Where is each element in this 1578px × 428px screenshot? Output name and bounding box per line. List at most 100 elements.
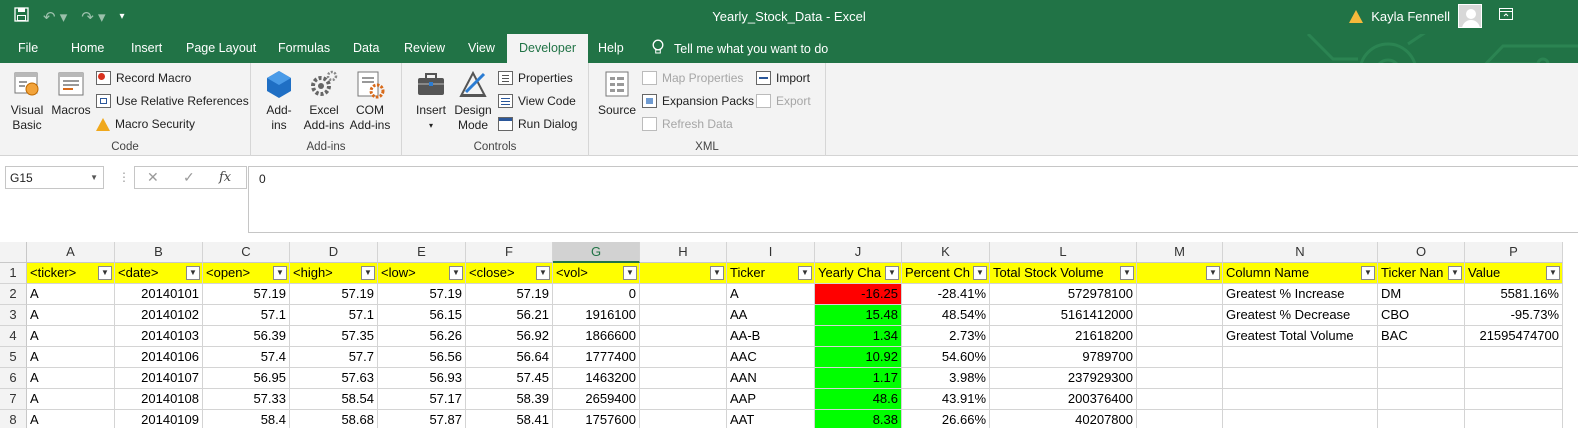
- column-header-k[interactable]: K: [902, 242, 990, 263]
- filter-dropdown-icon[interactable]: ▼: [710, 266, 724, 280]
- map-properties-button[interactable]: Map Properties: [642, 69, 743, 87]
- design-mode-button[interactable]: Design Mode: [452, 69, 494, 133]
- cell-b2[interactable]: 20140101: [115, 284, 203, 305]
- cell-m3[interactable]: [1137, 305, 1223, 326]
- cell-e4[interactable]: 56.26: [378, 326, 466, 347]
- header-cell-o[interactable]: Ticker Nan ▼: [1378, 263, 1465, 284]
- cell-c5[interactable]: 57.4: [203, 347, 290, 368]
- cell-c2[interactable]: 57.19: [203, 284, 290, 305]
- cell-n7[interactable]: [1223, 389, 1378, 410]
- cell-c3[interactable]: 57.1: [203, 305, 290, 326]
- cell-a2[interactable]: A: [27, 284, 115, 305]
- properties-button[interactable]: Properties: [498, 69, 573, 87]
- header-cell-n[interactable]: Column Name ▼: [1223, 263, 1378, 284]
- tab-developer[interactable]: Developer: [507, 34, 588, 63]
- cell-a3[interactable]: A: [27, 305, 115, 326]
- cell-j2[interactable]: -16.25: [815, 284, 902, 305]
- cell-p4[interactable]: 21595474700: [1465, 326, 1563, 347]
- cell-o2[interactable]: DM: [1378, 284, 1465, 305]
- formula-bar-resize-handle[interactable]: ⋮: [118, 170, 130, 184]
- filter-dropdown-icon[interactable]: ▼: [98, 266, 112, 280]
- name-box-dropdown-icon[interactable]: ▼: [90, 173, 98, 182]
- excel-addins-button[interactable]: Excel Add-ins: [301, 69, 347, 133]
- cell-k6[interactable]: 3.98%: [902, 368, 990, 389]
- record-macro-button[interactable]: Record Macro: [96, 69, 191, 87]
- header-cell-h[interactable]: ▼: [640, 263, 727, 284]
- cell-h2[interactable]: [640, 284, 727, 305]
- cell-i3[interactable]: AA: [727, 305, 815, 326]
- macro-security-button[interactable]: Macro Security: [96, 115, 195, 133]
- cell-k5[interactable]: 54.60%: [902, 347, 990, 368]
- header-cell-l[interactable]: Total Stock Volume ▼: [990, 263, 1137, 284]
- column-header-c[interactable]: C: [203, 242, 290, 263]
- column-header-m[interactable]: M: [1137, 242, 1223, 263]
- cell-h4[interactable]: [640, 326, 727, 347]
- header-cell-c[interactable]: <open> ▼: [203, 263, 290, 284]
- cell-f5[interactable]: 56.64: [466, 347, 553, 368]
- tell-me-box[interactable]: Tell me what you want to do: [652, 39, 828, 58]
- cell-o3[interactable]: CBO: [1378, 305, 1465, 326]
- cell-i4[interactable]: AA-B: [727, 326, 815, 347]
- cell-p5[interactable]: [1465, 347, 1563, 368]
- column-header-e[interactable]: E: [378, 242, 466, 263]
- row-header-5[interactable]: 5: [0, 347, 27, 368]
- cell-m5[interactable]: [1137, 347, 1223, 368]
- cell-l2[interactable]: 572978100: [990, 284, 1137, 305]
- header-cell-m[interactable]: ▼: [1137, 263, 1223, 284]
- filter-dropdown-icon[interactable]: ▼: [1206, 266, 1220, 280]
- filter-dropdown-icon[interactable]: ▼: [273, 266, 287, 280]
- macros-button[interactable]: Macros: [50, 69, 92, 118]
- cell-b6[interactable]: 20140107: [115, 368, 203, 389]
- filter-dropdown-icon[interactable]: ▼: [798, 266, 812, 280]
- cell-j5[interactable]: 10.92: [815, 347, 902, 368]
- cell-m4[interactable]: [1137, 326, 1223, 347]
- cell-c4[interactable]: 56.39: [203, 326, 290, 347]
- cell-i2[interactable]: A: [727, 284, 815, 305]
- cell-a5[interactable]: A: [27, 347, 115, 368]
- filter-dropdown-icon[interactable]: ▼: [973, 266, 987, 280]
- cell-b3[interactable]: 20140102: [115, 305, 203, 326]
- cell-p8[interactable]: [1465, 410, 1563, 428]
- filter-dropdown-icon[interactable]: ▼: [1120, 266, 1134, 280]
- cell-l7[interactable]: 200376400: [990, 389, 1137, 410]
- filter-dropdown-icon[interactable]: ▼: [536, 266, 550, 280]
- header-cell-k[interactable]: Percent Ch ▼: [902, 263, 990, 284]
- cell-f8[interactable]: 58.41: [466, 410, 553, 428]
- cell-i5[interactable]: AAC: [727, 347, 815, 368]
- cell-b5[interactable]: 20140106: [115, 347, 203, 368]
- cell-b8[interactable]: 20140109: [115, 410, 203, 428]
- cell-o4[interactable]: BAC: [1378, 326, 1465, 347]
- addins-button[interactable]: Add- ins: [263, 69, 295, 133]
- name-box[interactable]: G15 ▼: [5, 166, 104, 189]
- cell-d5[interactable]: 57.7: [290, 347, 378, 368]
- cell-k7[interactable]: 43.91%: [902, 389, 990, 410]
- view-code-button[interactable]: View Code: [498, 92, 576, 110]
- filter-dropdown-icon[interactable]: ▼: [1546, 266, 1560, 280]
- cell-i8[interactable]: AAT: [727, 410, 815, 428]
- cell-f4[interactable]: 56.92: [466, 326, 553, 347]
- tab-help[interactable]: Help: [598, 41, 624, 55]
- cell-g4[interactable]: 1866600: [553, 326, 640, 347]
- cell-e7[interactable]: 57.17: [378, 389, 466, 410]
- cell-h7[interactable]: [640, 389, 727, 410]
- cell-k3[interactable]: 48.54%: [902, 305, 990, 326]
- cell-l3[interactable]: 5161412000: [990, 305, 1137, 326]
- visual-basic-button[interactable]: Visual Basic: [6, 69, 48, 133]
- tab-file[interactable]: File: [18, 41, 38, 55]
- avatar[interactable]: [1458, 4, 1482, 28]
- cell-f2[interactable]: 57.19: [466, 284, 553, 305]
- enter-icon[interactable]: ✓: [183, 169, 195, 186]
- column-header-g[interactable]: G: [553, 242, 640, 263]
- header-cell-i[interactable]: Ticker ▼: [727, 263, 815, 284]
- cell-e6[interactable]: 56.93: [378, 368, 466, 389]
- cell-n8[interactable]: [1223, 410, 1378, 428]
- cell-h5[interactable]: [640, 347, 727, 368]
- cell-c8[interactable]: 58.4: [203, 410, 290, 428]
- export-button[interactable]: Export: [756, 92, 811, 110]
- cell-l4[interactable]: 21618200: [990, 326, 1137, 347]
- insert-control-button[interactable]: Insert ▾: [412, 69, 450, 133]
- column-header-j[interactable]: J: [815, 242, 902, 263]
- cell-e5[interactable]: 56.56: [378, 347, 466, 368]
- cell-n4[interactable]: Greatest Total Volume: [1223, 326, 1378, 347]
- tab-data[interactable]: Data: [353, 41, 379, 55]
